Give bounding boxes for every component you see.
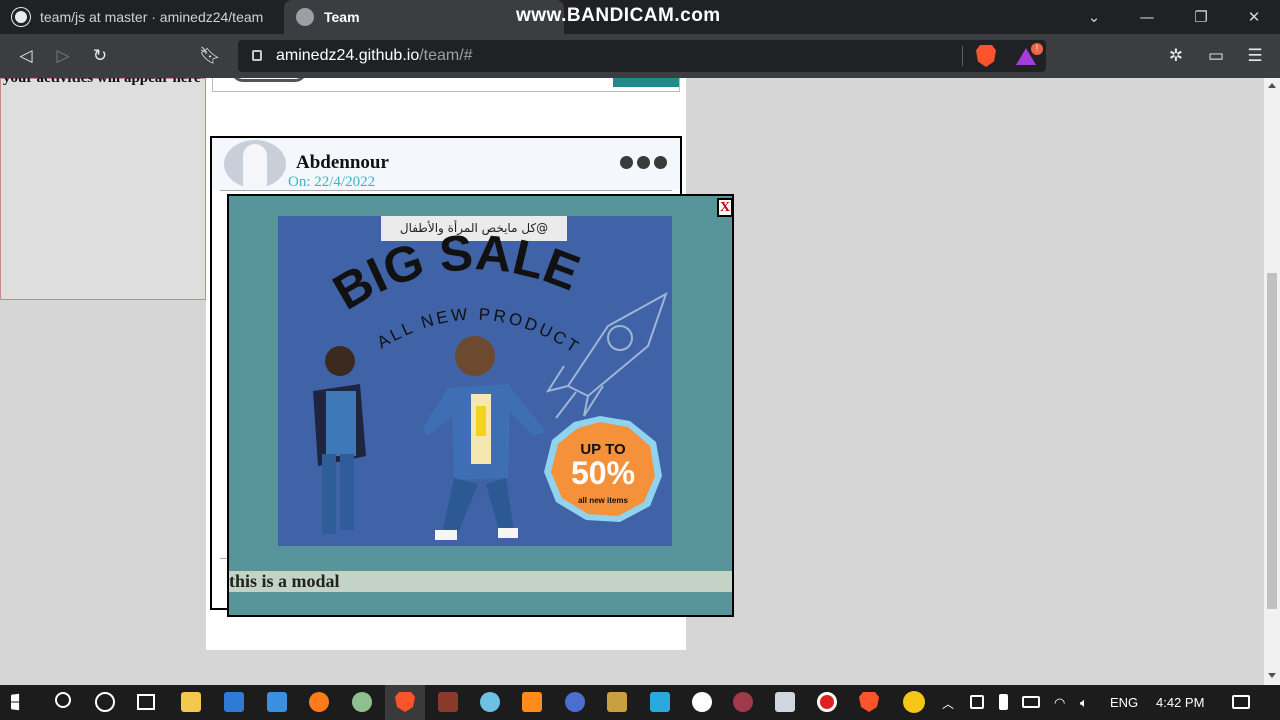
tray-app-icon[interactable] xyxy=(970,695,984,709)
task-view-icon[interactable] xyxy=(137,694,155,710)
app-icon[interactable] xyxy=(903,691,925,713)
browser-toolbar: ◁ ▷ ↻ 🔖︎ aminedz24.github.io/team/# ! ✲ … xyxy=(0,34,1280,78)
minimize-icon[interactable]: — xyxy=(1137,7,1157,27)
avatar-silhouette xyxy=(243,144,267,188)
search-icon[interactable] xyxy=(55,692,71,708)
app-icon[interactable] xyxy=(775,692,795,712)
avatar[interactable] xyxy=(224,140,286,188)
github-icon xyxy=(12,8,30,26)
post-header: Abdennour On: 22/4/2022 xyxy=(212,138,680,190)
rewards-badge: ! xyxy=(1031,43,1043,55)
app-icon[interactable] xyxy=(438,692,458,712)
post-options-icon[interactable] xyxy=(620,156,667,169)
scroll-down-icon[interactable] xyxy=(1268,673,1276,678)
windows-start-icon[interactable] xyxy=(11,693,20,711)
clock[interactable]: 4:42 PM xyxy=(1156,695,1204,710)
forward-icon[interactable]: ▷ xyxy=(52,45,74,67)
app-icon[interactable] xyxy=(352,692,372,712)
address-bar[interactable]: aminedz24.github.io/team/# ! xyxy=(238,40,1046,72)
brave-taskbar-icon[interactable] xyxy=(859,692,879,712)
firefox-icon[interactable] xyxy=(309,692,329,712)
app-icon[interactable] xyxy=(565,692,585,712)
modal-close-button[interactable]: X xyxy=(717,198,733,217)
discount-badge: UP TO 50% all new items xyxy=(544,416,662,522)
child-figure-right xyxy=(423,336,546,540)
volume-icon[interactable]: 🔈︎ xyxy=(1080,695,1088,711)
badge-value-text: 50% xyxy=(571,455,635,491)
cortana-icon[interactable] xyxy=(95,692,115,712)
page-viewport: your activities will appear here Abdenno… xyxy=(0,78,1264,685)
app-icon[interactable] xyxy=(522,692,542,712)
post-divider xyxy=(220,190,672,191)
extensions-icon[interactable]: ✲ xyxy=(1165,45,1187,67)
composer-submit-button[interactable] xyxy=(613,78,679,87)
url-divider xyxy=(962,46,963,66)
phone-icon[interactable] xyxy=(999,694,1008,710)
modal: X @كل مايخص المرأة والأطفال BIG SALE ALL… xyxy=(227,194,734,617)
post-date: On: 22/4/2022 xyxy=(288,174,376,190)
tab-search-chevron-icon[interactable]: ⌄ xyxy=(1084,7,1104,27)
tab-team-title: Team xyxy=(324,9,360,25)
scroll-up-icon[interactable] xyxy=(1268,83,1276,88)
wifi-icon[interactable]: ◠ xyxy=(1054,695,1065,711)
file-explorer-icon[interactable] xyxy=(181,692,201,712)
menu-dot xyxy=(620,156,633,169)
tab-github-title: team/js at master · aminedz24/team xyxy=(40,9,264,25)
battery-icon[interactable] xyxy=(1022,696,1040,708)
ad-image: @كل مايخص المرأة والأطفال BIG SALE ALL N… xyxy=(278,216,672,546)
tray-chevron-icon[interactable]: ︿ xyxy=(942,695,954,712)
app-icon[interactable] xyxy=(480,692,500,712)
language-indicator[interactable]: ENG xyxy=(1110,695,1138,710)
close-window-icon[interactable]: ✕ xyxy=(1244,7,1264,27)
child-figure-left xyxy=(313,346,366,534)
page-scrollbar[interactable] xyxy=(1264,78,1280,685)
record-icon[interactable] xyxy=(817,692,837,712)
url-host: aminedz24.github.io xyxy=(276,47,420,64)
composer-input[interactable] xyxy=(231,78,307,82)
restore-icon[interactable]: ❐ xyxy=(1191,7,1211,27)
modal-caption-bar: this is a modal xyxy=(229,571,732,592)
windows-taskbar: ︿ ◠ 🔈︎ ENG 4:42 PM xyxy=(0,685,1280,720)
wallet-icon[interactable]: ▭ xyxy=(1205,45,1227,67)
rocket-icon xyxy=(545,291,668,419)
menu-dot xyxy=(654,156,667,169)
notifications-icon[interactable] xyxy=(1232,695,1250,709)
url-path: /team/# xyxy=(419,47,473,64)
back-icon[interactable]: ◁ xyxy=(15,45,37,67)
bandicam-watermark: www.BANDICAM.com xyxy=(516,5,721,26)
mail-icon[interactable] xyxy=(267,692,287,712)
activities-text: your activities will appear here xyxy=(3,78,201,86)
post-author[interactable]: Abdennour xyxy=(296,152,389,174)
tab-github[interactable]: team/js at master · aminedz24/team xyxy=(0,0,282,34)
bookmark-icon[interactable]: 🔖︎ xyxy=(199,45,221,67)
ad-artwork: BIG SALE ALL NEW PRODUCTS xyxy=(278,216,668,540)
app-icon[interactable] xyxy=(650,692,670,712)
store-icon[interactable] xyxy=(224,692,244,712)
scrollbar-thumb[interactable] xyxy=(1267,273,1277,609)
browser-tab-bar: team/js at master · aminedz24/team Team … xyxy=(0,0,1280,34)
menu-icon[interactable]: ☰ xyxy=(1244,45,1266,67)
brave-shields-icon[interactable] xyxy=(976,45,996,67)
url-text[interactable]: aminedz24.github.io/team/# xyxy=(276,47,473,65)
globe-icon xyxy=(296,8,314,26)
badge-bottom-text: all new items xyxy=(578,496,628,505)
activities-panel: your activities will appear here xyxy=(0,78,206,300)
lock-icon xyxy=(252,50,262,61)
app-icon[interactable] xyxy=(733,692,753,712)
modal-caption: this is a modal xyxy=(229,571,340,591)
settings-icon[interactable] xyxy=(692,692,712,712)
reload-icon[interactable]: ↻ xyxy=(89,45,111,67)
menu-dot xyxy=(637,156,650,169)
post-composer xyxy=(212,78,680,92)
app-icon[interactable] xyxy=(607,692,627,712)
